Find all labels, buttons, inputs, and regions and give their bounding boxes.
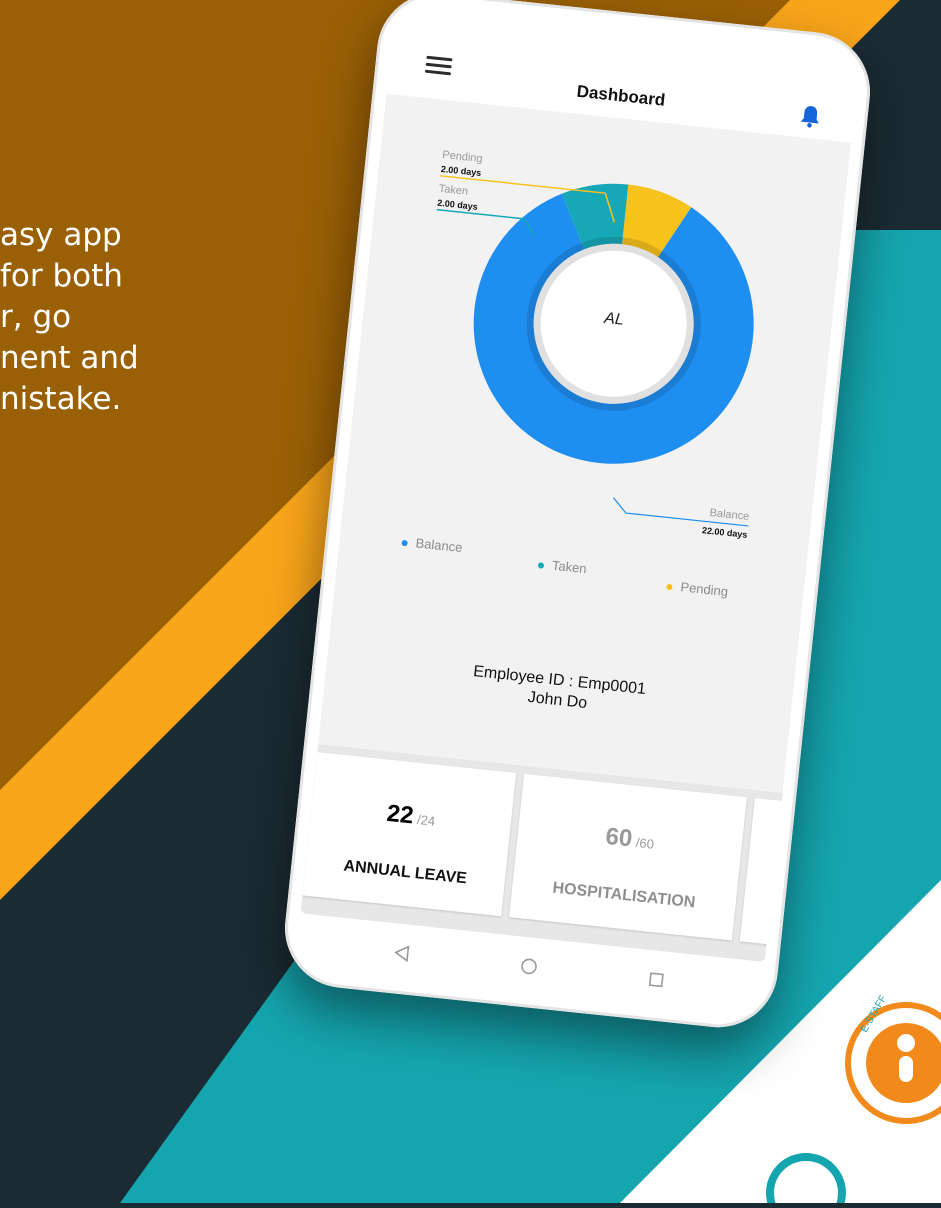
promo-text: asy app for both r, go nent and nistake.	[0, 215, 300, 420]
donut-center-label: AL	[603, 310, 625, 329]
callout-taken-name: Taken	[438, 183, 468, 198]
legend-item-balance: Balance	[401, 534, 463, 555]
phone: Dashboard AL Pending 2.00 days Taken 2.0…	[279, 0, 876, 1034]
recents-icon[interactable]	[646, 970, 666, 990]
tile-label: HOSPITALISATION	[551, 879, 697, 912]
app-screen: Dashboard AL Pending 2.00 days Taken 2.0…	[300, 10, 860, 963]
legend-item-pending: Pending	[666, 578, 729, 599]
legend-item-taken: Taken	[537, 556, 587, 576]
logo-text: E-STAFF	[859, 994, 889, 1035]
employee-info: Employee ID : Emp0001 John Do	[324, 647, 793, 736]
promo-line: r, go	[0, 299, 72, 335]
legend-label: Pending	[679, 579, 729, 600]
tile-total: /24	[416, 811, 436, 829]
tile-total: /60	[635, 834, 655, 852]
tile-value: 22	[385, 799, 415, 830]
callout-pending-name: Pending	[442, 149, 483, 165]
promo-line: for both	[0, 258, 123, 294]
tile-hospitalisation[interactable]: 60/60 HOSPITALISATION	[509, 773, 747, 941]
back-icon[interactable]	[392, 943, 412, 963]
tile-label: ANNUAL LEAVE	[342, 857, 468, 888]
tile-value: 60	[604, 822, 634, 853]
legend-label: Taken	[551, 557, 588, 577]
home-icon[interactable]	[519, 957, 539, 977]
promo-line: asy app	[0, 217, 122, 253]
legend-label: Balance	[414, 535, 464, 556]
promo-line: nent and	[0, 340, 139, 376]
bell-icon[interactable]	[798, 103, 822, 129]
tile-annual-leave[interactable]: 22/24 ANNUAL LEAVE	[302, 752, 517, 917]
promo-line: nistake.	[0, 381, 122, 417]
